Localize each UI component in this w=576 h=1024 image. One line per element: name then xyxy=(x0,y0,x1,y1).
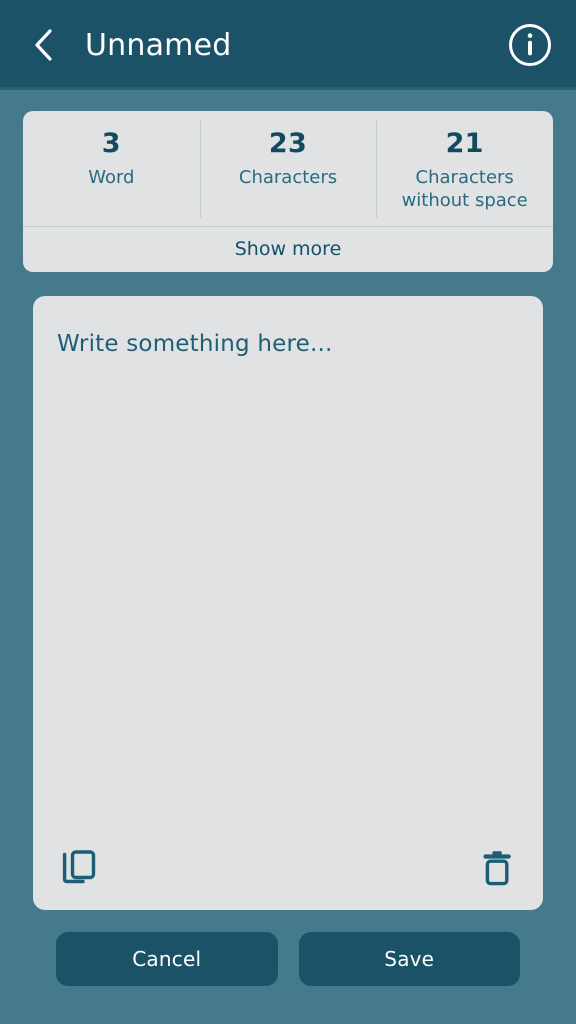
chevron-left-icon xyxy=(35,29,52,61)
stat-characters-without-space-label: Characters without space xyxy=(401,166,528,211)
statistics-card: 3 Word 23 Characters 21 Characters witho… xyxy=(23,111,553,272)
footer-actions: Cancel Save xyxy=(23,910,553,1024)
save-button[interactable]: Save xyxy=(298,932,520,986)
note-editor-card: Write something here... xyxy=(33,295,543,910)
stat-characters-without-space: 21 Characters without space xyxy=(376,120,553,218)
back-button[interactable] xyxy=(20,22,66,68)
app-header: Unnamed xyxy=(0,0,576,90)
stat-characters-without-space-value: 21 xyxy=(445,128,484,159)
editor-action-bar xyxy=(33,834,543,910)
content-area: 3 Word 23 Characters 21 Characters witho… xyxy=(0,90,576,1024)
info-button[interactable] xyxy=(506,21,554,69)
statistics-row: 3 Word 23 Characters 21 Characters witho… xyxy=(23,111,553,226)
stat-characters: 23 Characters xyxy=(199,120,377,218)
delete-button[interactable] xyxy=(475,846,519,890)
app-screen: Unnamed 3 Word 23 Characters 21 Characte… xyxy=(0,0,576,1024)
note-placeholder: Write something here... xyxy=(57,330,333,357)
stat-word-value: 3 xyxy=(101,128,121,159)
stat-characters-label: Characters xyxy=(238,166,338,188)
trash-icon xyxy=(483,851,511,886)
copy-button[interactable] xyxy=(57,846,101,890)
cancel-button[interactable]: Cancel xyxy=(56,932,278,986)
show-more-button[interactable]: Show more xyxy=(23,227,553,272)
stat-word-label: Word xyxy=(88,166,135,188)
stat-characters-value: 23 xyxy=(268,128,308,159)
note-text-input[interactable]: Write something here... xyxy=(33,296,543,834)
copy-icon xyxy=(62,850,96,884)
stat-word: 3 Word xyxy=(23,127,200,212)
page-title: Unnamed xyxy=(85,27,232,63)
info-circle-icon xyxy=(509,24,551,66)
